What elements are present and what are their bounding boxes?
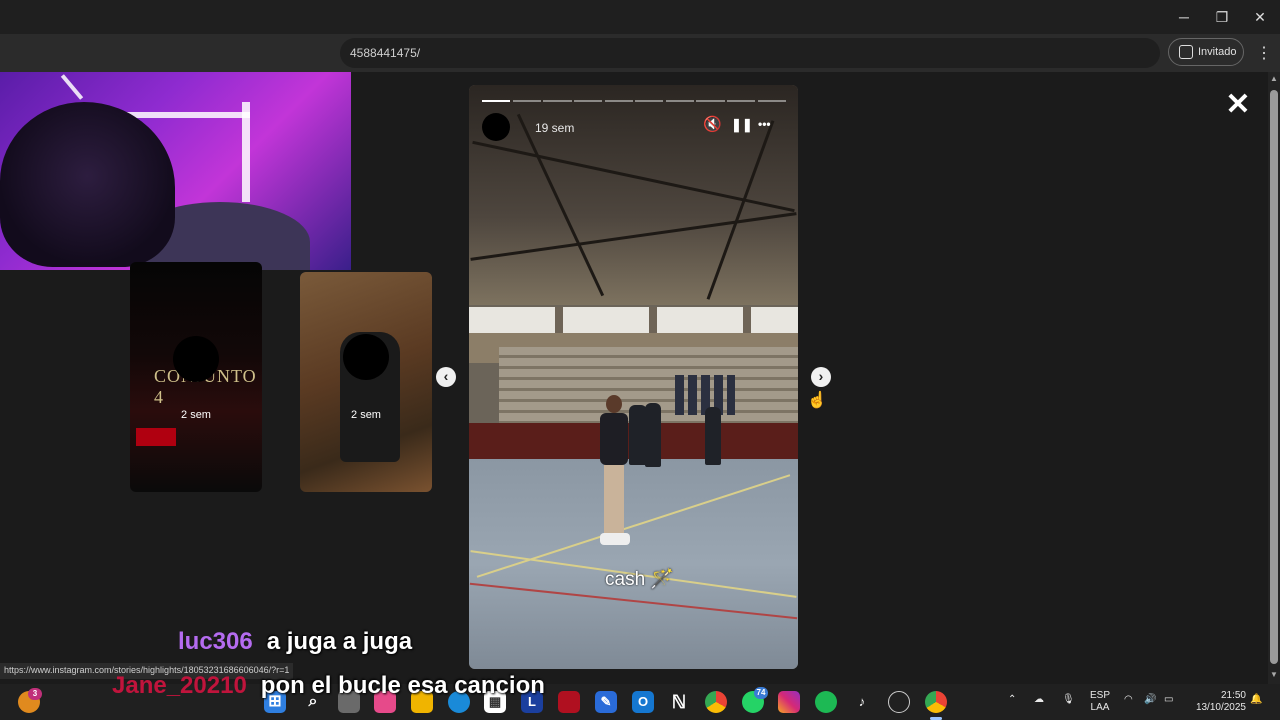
thumbnail-time: 2 sem	[181, 409, 211, 421]
outlook-icon[interactable]: O	[632, 691, 654, 713]
progress-segment	[696, 100, 725, 102]
address-bar-url[interactable]: 4588441475/	[350, 46, 420, 60]
scroll-up-icon[interactable]: ▲	[1270, 74, 1278, 83]
guest-profile-label: Invitado	[1198, 46, 1237, 58]
avatar	[173, 336, 219, 382]
microphone-icon[interactable]: 🎙	[1062, 694, 1075, 706]
shield-icon[interactable]	[558, 691, 580, 713]
volume-icon[interactable]: 🔊	[1144, 694, 1156, 706]
browser-titlebar: ─ ❐ ✕	[0, 0, 1280, 34]
instagram-icon[interactable]	[778, 691, 800, 713]
notification-badge: 74	[754, 687, 768, 699]
progress-segment	[727, 100, 756, 102]
avatar	[343, 334, 389, 380]
minimize-button[interactable]: ─	[1172, 6, 1196, 28]
notification-bell-icon[interactable]: 🔔	[1250, 694, 1262, 706]
page-scrollbar[interactable]: ▲ ▼	[1268, 72, 1280, 684]
hand-cursor-icon: ☝	[807, 392, 827, 409]
mute-icon[interactable]: 🔇	[703, 115, 722, 133]
pen-app-icon[interactable]: ✎	[595, 691, 617, 713]
next-story-button[interactable]: ›	[811, 367, 831, 387]
obs-icon[interactable]	[888, 691, 910, 713]
progress-segment	[604, 100, 633, 102]
keyboard-layout: LAA	[1090, 702, 1110, 713]
chat-username: Jane_20210	[112, 672, 247, 699]
spotify-icon[interactable]	[815, 691, 837, 713]
clock-time: 21:50	[1220, 690, 1246, 701]
chat-message: luc306 a juga a juga	[178, 628, 412, 656]
cloud-icon[interactable]: ☁	[1034, 694, 1044, 706]
wifi-icon[interactable]: ◠	[1124, 694, 1133, 706]
progress-segment	[482, 100, 511, 102]
story-caption-text: cash	[605, 569, 646, 590]
language-indicator[interactable]: ESP LAA	[1088, 690, 1112, 714]
story-time: 19 sem	[535, 121, 575, 135]
story-thumbnail-1[interactable]: CONJUNTO 4 2 sem	[130, 262, 262, 492]
chat-message: Jane_20210 pon el bucle esa cancion	[112, 672, 545, 700]
story-media[interactable]: 19 sem 🔇 ❚❚ ••• cash 🪄	[469, 85, 798, 669]
progress-segment	[543, 100, 572, 102]
address-bar[interactable]: 4588441475/	[340, 38, 1160, 68]
profile-icon	[1179, 45, 1193, 59]
battery-icon[interactable]: ▭	[1164, 694, 1173, 706]
notification-badge: 3	[28, 688, 42, 700]
previous-story-button[interactable]: ‹	[436, 367, 456, 387]
clock[interactable]: 21:50 13/10/2025	[1188, 690, 1246, 714]
language-code: ESP	[1089, 690, 1110, 701]
progress-segment	[635, 100, 664, 102]
scrollbar-thumb[interactable]	[1270, 90, 1278, 664]
notion-icon[interactable]: ℕ	[668, 691, 690, 713]
guest-profile-button[interactable]: Invitado	[1168, 38, 1244, 66]
close-viewer-icon[interactable]: ✕	[1225, 90, 1251, 120]
thumbnail-time: 2 sem	[351, 409, 381, 421]
chrome-icon[interactable]	[705, 691, 727, 713]
restore-button[interactable]: ❐	[1210, 6, 1234, 28]
tiktok-icon[interactable]: ♪	[851, 691, 873, 713]
chat-username: luc306	[178, 628, 253, 655]
chrome-active-icon[interactable]	[925, 691, 947, 713]
story-progress	[482, 100, 786, 102]
progress-segment	[665, 100, 695, 102]
player-figure	[596, 395, 630, 547]
browser-toolbar: 4588441475/ Invitado ⋮	[0, 34, 1280, 72]
clock-date: 13/10/2025	[1195, 702, 1246, 713]
chat-text: a juga a juga	[266, 628, 413, 655]
wand-emoji: 🪄	[650, 569, 675, 590]
progress-segment	[573, 100, 603, 102]
story-viewer: ✕ CONJUNTO 4 2 sem 2 sem ‹ ›	[0, 72, 1280, 684]
progress-segment	[757, 100, 786, 102]
story-thumbnail-2[interactable]: 2 sem	[300, 272, 432, 492]
pause-icon[interactable]: ❚❚	[731, 117, 753, 133]
close-window-button[interactable]: ✕	[1248, 6, 1272, 28]
scroll-down-icon[interactable]: ▼	[1270, 670, 1278, 679]
chat-text: pon el bucle esa cancion	[260, 672, 545, 699]
browser-menu-button[interactable]: ⋮	[1256, 43, 1272, 63]
more-options-icon[interactable]: •••	[758, 117, 771, 131]
webcam-overlay	[0, 72, 351, 270]
progress-segment	[512, 100, 541, 102]
story-caption: cash 🪄	[605, 567, 674, 591]
avatar[interactable]	[482, 113, 510, 141]
tray-chevron-icon[interactable]: ⌃	[1008, 694, 1016, 706]
